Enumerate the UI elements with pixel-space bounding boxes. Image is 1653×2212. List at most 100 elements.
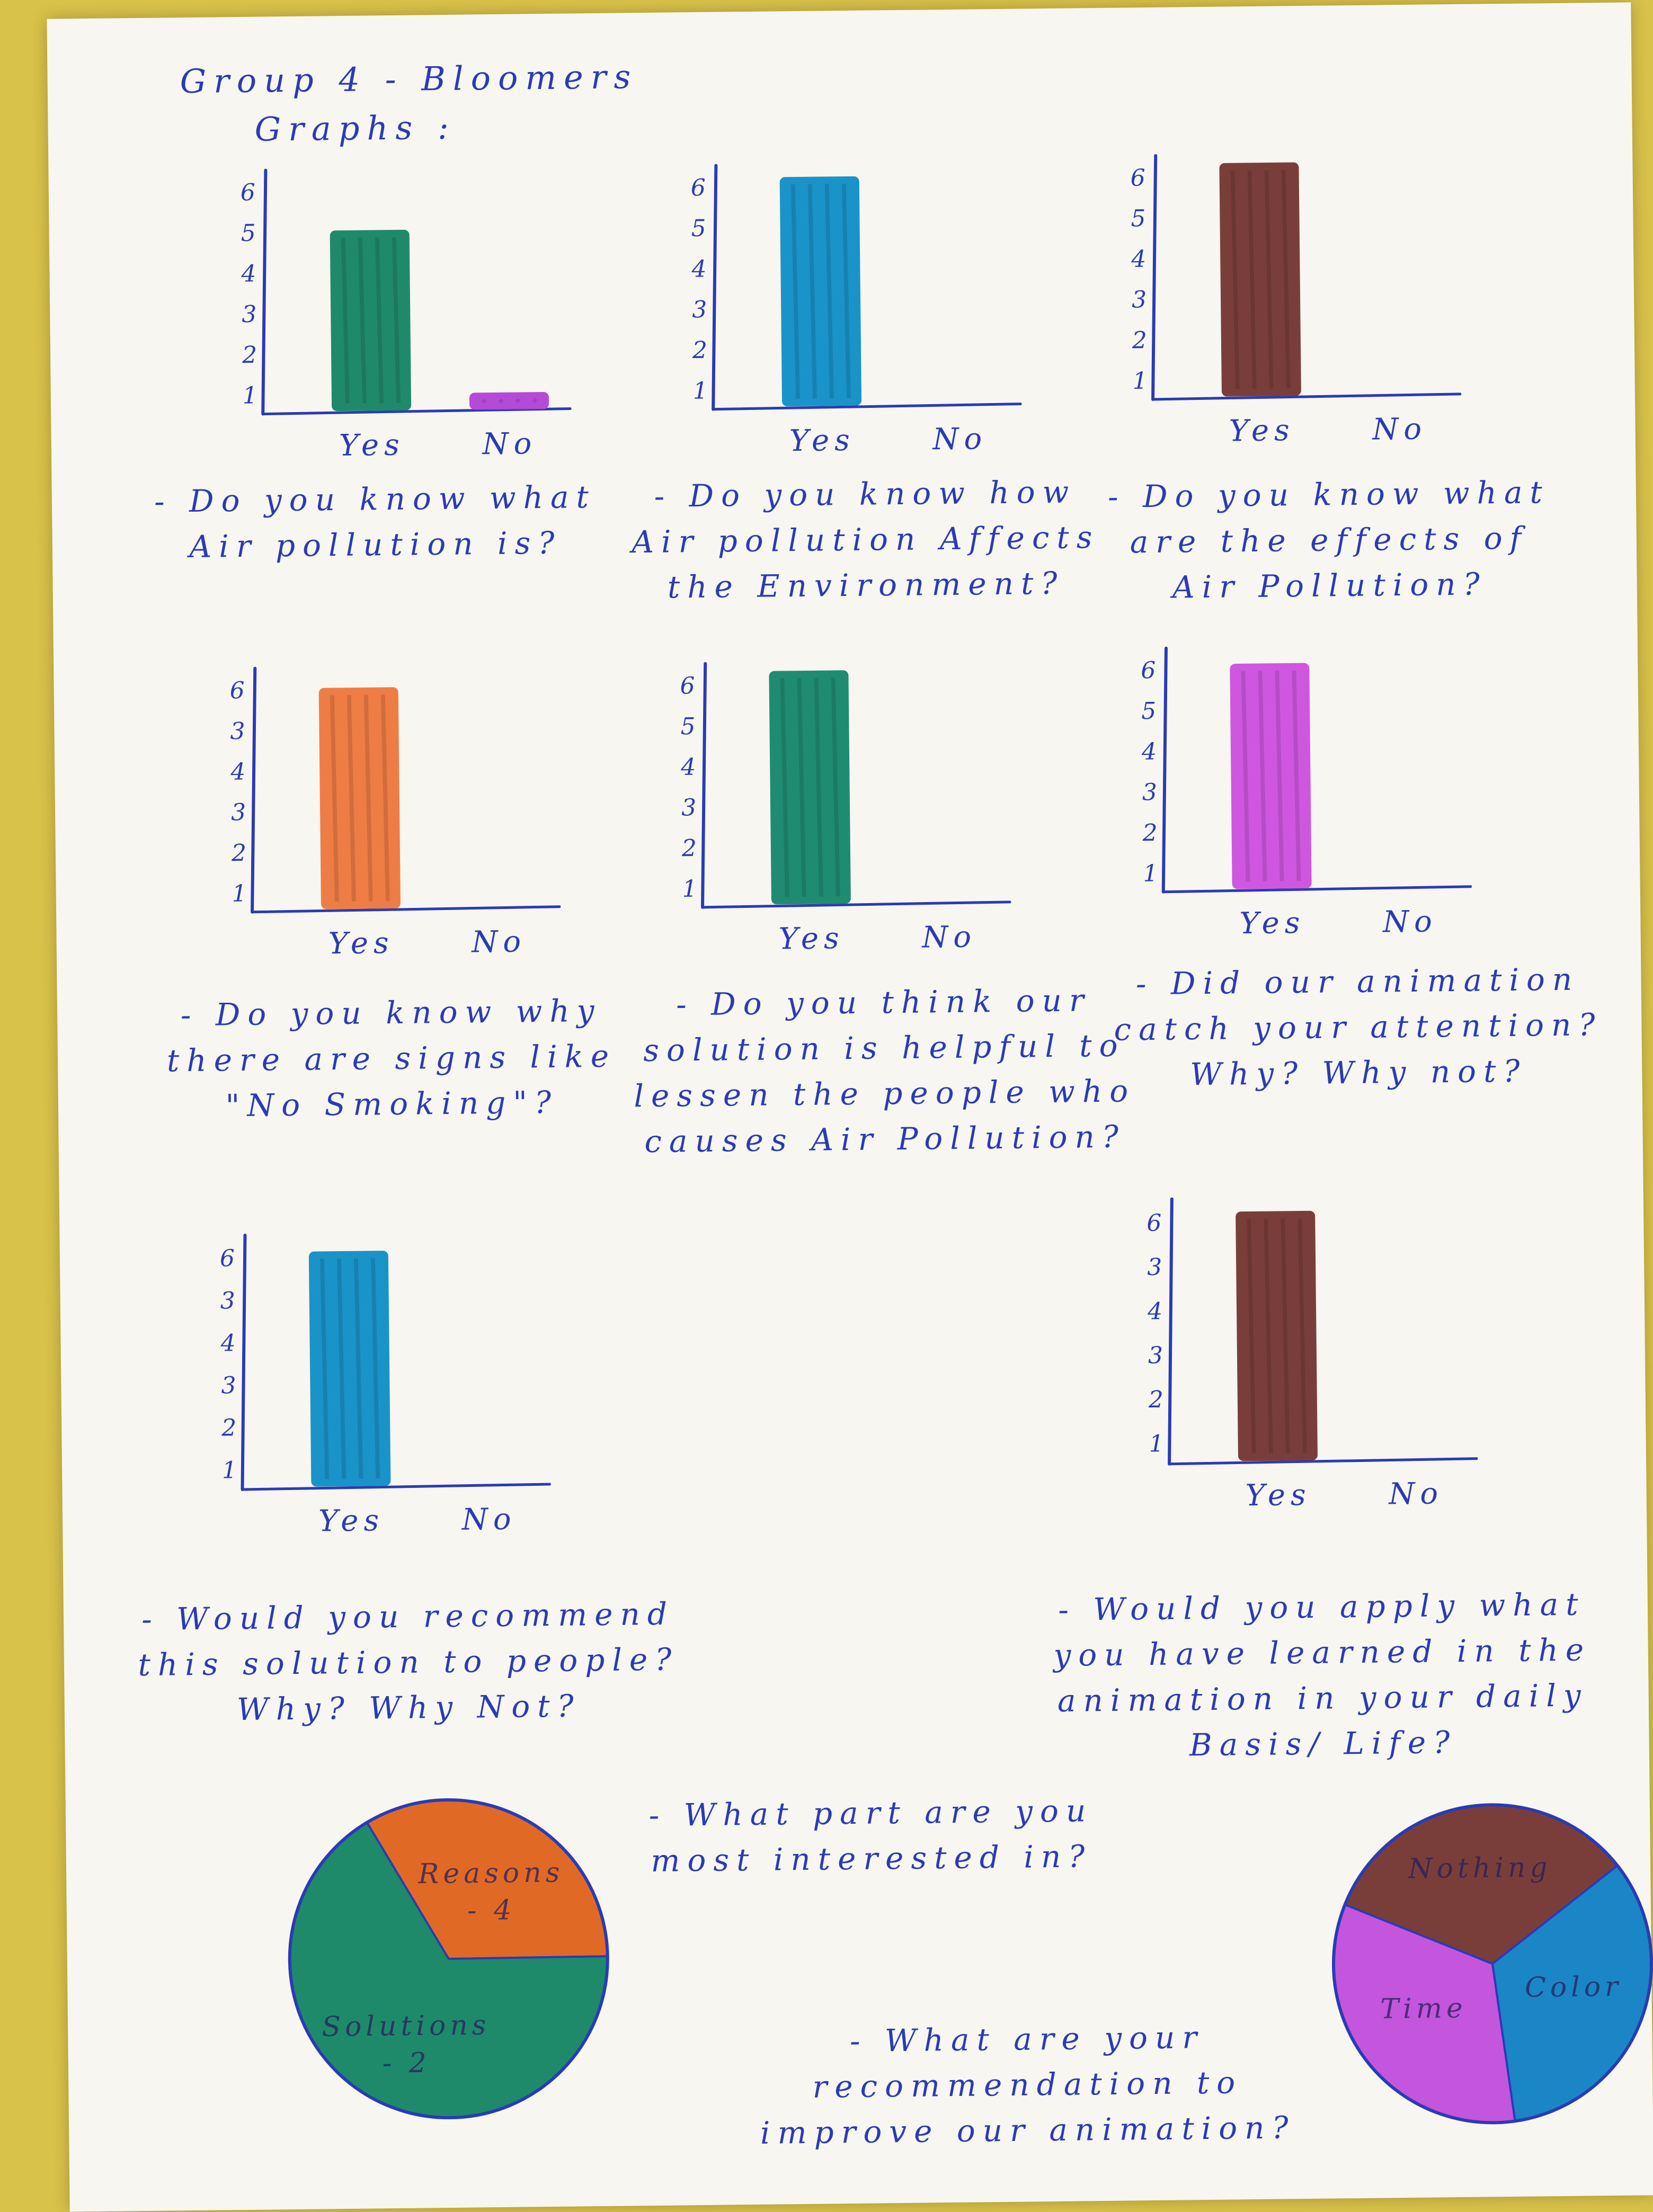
y-tick-label: 2 [231,840,247,867]
y-tick-label: 3 [1142,779,1158,806]
y-tick-label: 1 [1149,1430,1164,1457]
x-tick-label: Yes [1245,1478,1311,1513]
x-tick-label: No [1371,412,1427,447]
bar-chart-2: 1 2 3 4 5 6 Yes No [691,164,1022,458]
y-tick-label: 3 [1148,1342,1163,1369]
pie-label-line: Nothing [1407,1852,1552,1885]
pie-slice-label: Nothing [1407,1852,1552,1885]
y-tick-label: 2 [1142,819,1158,846]
y-tick-label: 3 [692,296,707,323]
y-tick-label: 6 [1130,164,1145,191]
y-tick-label: 1 [1132,368,1148,395]
y-tick-label: 5 [241,220,256,247]
x-tick-label: Yes [778,921,845,956]
page-title: Group 4 - Bloomers Graphs : [180,52,639,155]
bar-marker-stroke [515,398,521,404]
y-tick-label: 3 [242,301,257,328]
y-tick-label: 4 [680,754,696,781]
bar-no [469,391,549,410]
y-tick-label: 2 [1148,1386,1164,1413]
x-tick-label: Yes [1239,906,1305,941]
y-tick-label: 3 [221,1372,236,1399]
pie-label-line: - 2 [382,2047,431,2080]
y-tick-label: 1 [232,880,247,907]
y-tick-label: 3 [681,794,697,821]
y-tick-label: 4 [220,1330,236,1357]
y-axis [1161,646,1168,894]
bar-chart-4: 1 2 3 4 3 6 Yes No [229,666,561,961]
title-line-1: Group 4 - Bloomers [180,57,638,101]
y-tick-label: 3 [1147,1254,1162,1281]
chart-5-question: - Do you think our solution is helpful t… [634,982,1136,1160]
chart-1-question: - Do you know what Air pollution is? [154,478,597,565]
bar-marker-stroke [481,398,487,404]
pie-2-question: - What are your recommendation to improv… [760,2019,1296,2151]
y-tick-label: 4 [1147,1298,1163,1325]
y-tick-label: 6 [1141,657,1156,684]
chart-8-question: - Would you apply what you have learned … [1053,1586,1592,1763]
x-axis [1168,1457,1478,1466]
x-tick-label: Yes [328,926,394,961]
x-tick-label: Yes [1229,413,1295,448]
y-tick-label: 2 [692,337,708,364]
x-tick-label: No [1382,904,1437,939]
pie-label-line: Solutions [322,2010,491,2043]
chart-3-question: - Do you know what are the effects of Ai… [1107,474,1550,605]
y-tick-label: 4 [1141,738,1157,765]
y-tick-label: 5 [680,713,696,740]
y-tick-label: 1 [1143,860,1158,887]
y-tick-label: 1 [693,377,708,404]
x-tick-label: No [481,426,537,461]
y-tick-label: 5 [691,215,706,242]
y-axis [241,1233,247,1492]
y-axis [1168,1197,1174,1466]
x-tick-label: No [460,1502,516,1537]
title-line-2: Graphs : [254,108,457,149]
pie-slice-label: Time [1380,1992,1467,2025]
y-tick-label: 2 [681,835,697,862]
y-tick-label: 6 [1147,1210,1162,1237]
y-tick-label: 2 [221,1414,237,1441]
x-axis [1151,393,1462,401]
pie-label-line: - 4 [467,1894,516,1926]
x-axis [241,1483,551,1491]
y-tick-label: 6 [229,677,245,704]
x-tick-label: No [1388,1476,1443,1511]
x-tick-label: Yes [318,1503,385,1538]
bar-chart-8: 1 2 3 4 3 6 Yes No [1147,1197,1478,1513]
y-tick-label: 1 [222,1457,237,1484]
chart-7-question: - Would you recommend this solution to p… [138,1595,679,1728]
x-tick-label: Yes [339,428,405,463]
x-axis [1162,885,1472,894]
chart-2-question: - Do you know how Air pollution Affects … [631,474,1100,605]
x-tick-label: No [470,924,526,959]
bar-chart-5: 1 2 3 4 5 6 Yes No [680,662,1011,956]
pie-chart-recommendation: Nothing Color Time [1332,1803,1653,2125]
y-tick-label: 6 [691,174,706,201]
x-tick-label: No [931,422,987,457]
paper-sheet: Group 4 - Bloomers Graphs : 1 2 3 4 5 6 Yes No … [47,2,1653,2212]
y-tick-label: 3 [231,799,246,826]
pie-1-question: - What part are you most interested in? [648,1792,1094,1879]
bar-chart-7: 1 2 3 4 3 6 Yes No [220,1233,551,1539]
y-tick-label: 5 [1131,205,1146,232]
y-axis [712,164,718,411]
y-tick-label: 3 [230,718,245,745]
x-tick-label: No [921,920,976,955]
x-axis [712,403,1022,411]
y-tick-label: 3 [220,1287,236,1314]
y-tick-label: 2 [242,342,257,369]
chart-4-question: - Do you know why there are signs like "… [166,992,617,1124]
y-axis [261,168,268,416]
y-tick-label: 5 [1141,698,1157,725]
x-axis [261,407,572,416]
y-tick-label: 6 [241,179,256,206]
pie-label-line: Reasons [417,1857,564,1890]
y-tick-label: 4 [1131,246,1147,273]
pie-label-line: Time [1380,1992,1467,2025]
bar-chart-3: 1 2 3 4 5 6 Yes No [1130,154,1462,448]
y-tick-label: 6 [680,672,695,699]
y-tick-label: 3 [1132,286,1147,313]
bar-chart-6: 1 2 3 4 5 6 Yes No [1141,646,1472,941]
bar-chart-1: 1 2 3 4 5 6 Yes No [241,168,572,463]
